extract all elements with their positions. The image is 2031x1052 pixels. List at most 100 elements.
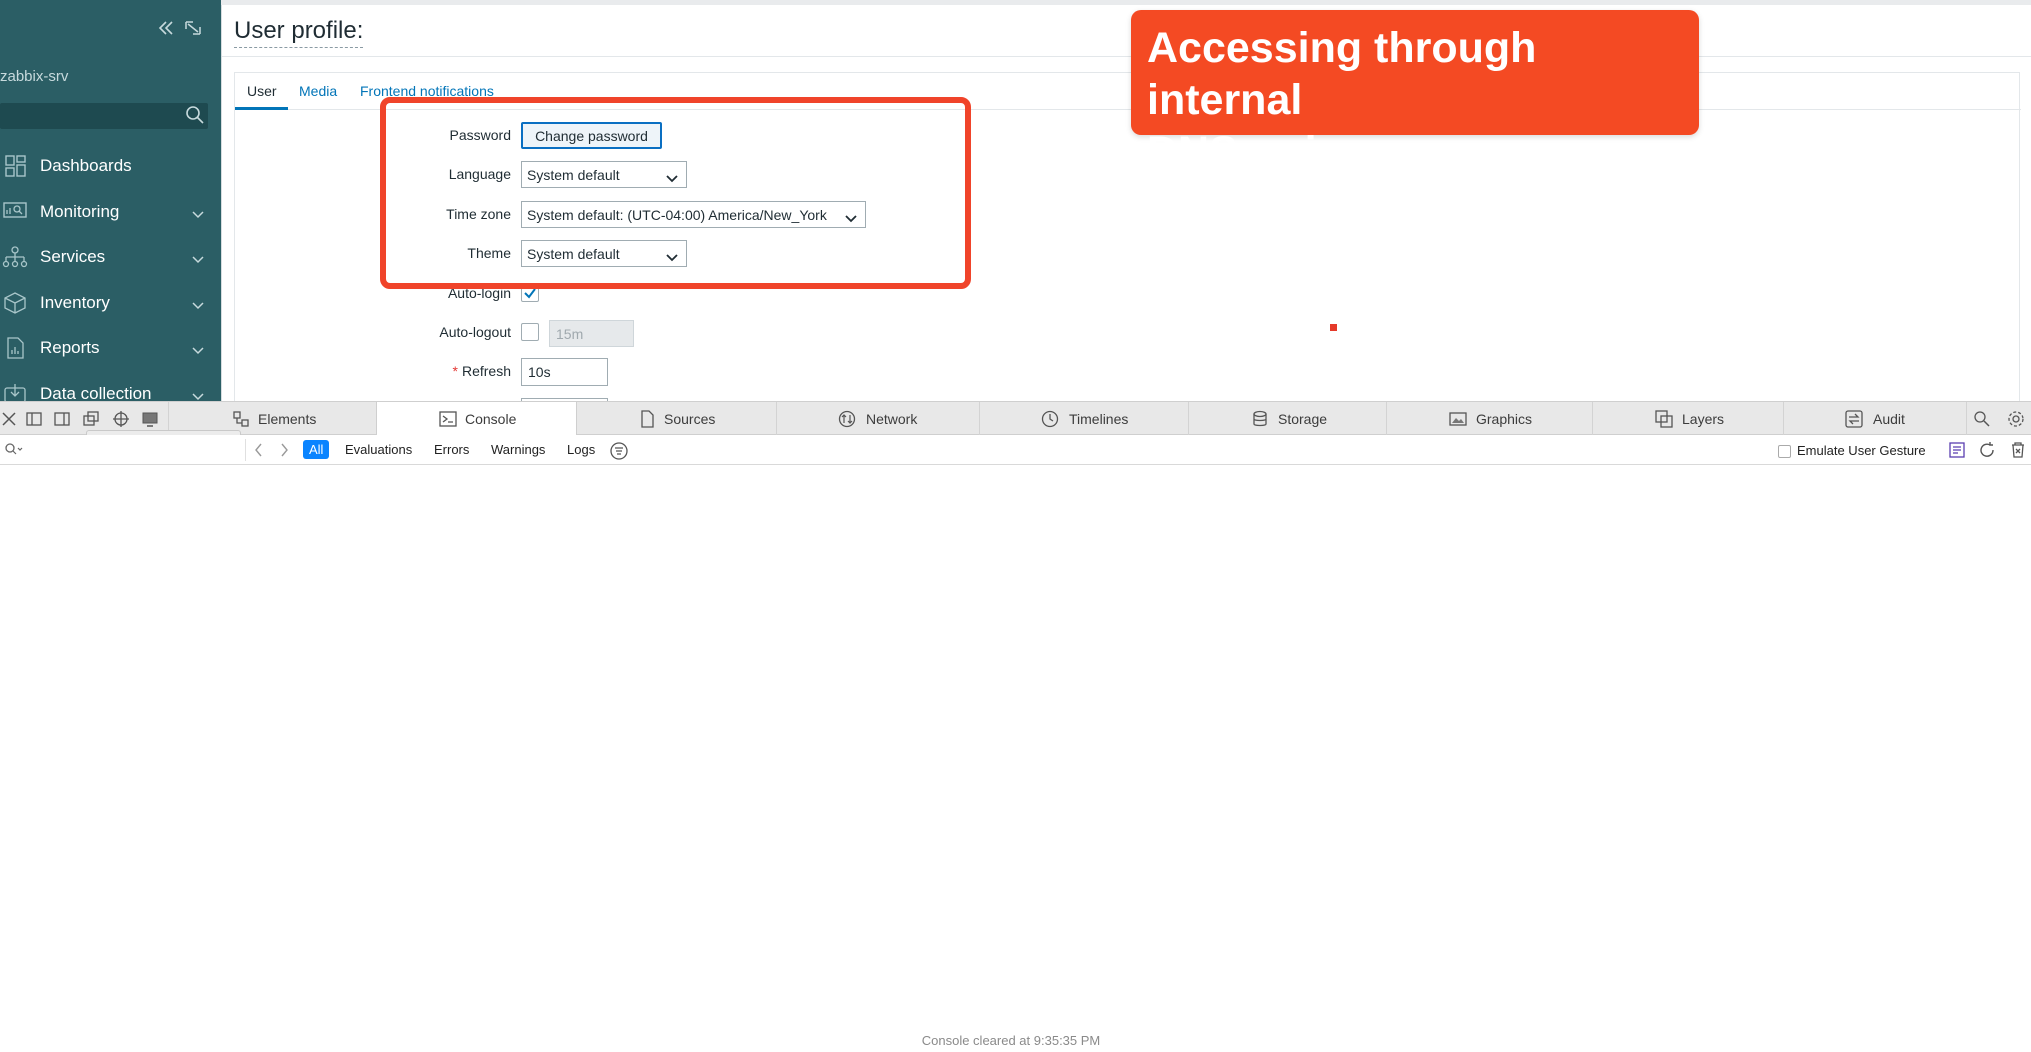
sidebar-item-label: Services [40,247,106,266]
inspect-element-icon[interactable] [112,410,130,428]
chevron-down-icon [191,342,205,355]
tab-separator [979,402,980,435]
elements-icon [232,410,250,428]
device-icon[interactable] [141,410,159,428]
sidebar-item-inventory[interactable]: Inventory [0,283,221,323]
web-inspector: Elements Console Sources Network Timelin… [0,401,2031,1052]
tab-separator [776,402,777,435]
storage-icon [1251,410,1269,428]
annotation-callout: Accessing through internal DNS or ip [1131,10,1699,176]
audit-icon [1845,410,1863,428]
chevron-down-icon [191,251,205,264]
console-icon [439,410,457,428]
emulate-user-gesture-checkbox[interactable] [1778,445,1791,458]
sidebar: zabbix-srv Dashboards Monitoring Service… [0,0,221,401]
zabbix-page: zabbix-srv Dashboards Monitoring Service… [0,0,2031,401]
monitoring-icon [2,200,28,224]
title-divider [222,56,2031,57]
timelines-icon [1041,410,1059,428]
sidebar-item-dashboards[interactable]: Dashboards [0,146,221,186]
sidebar-search-input[interactable] [0,103,208,129]
chevron-down-icon [191,206,205,219]
back-arrow-icon[interactable] [252,442,266,463]
tab-separator [1386,402,1387,435]
sidebar-item-reports[interactable]: Reports [0,328,221,368]
page-title: User profile: [234,17,364,48]
console-filter-input[interactable] [0,439,246,461]
kiosk-mode-icon[interactable] [184,20,202,41]
server-name: zabbix-srv [0,68,69,85]
tab-audit[interactable]: Audit [1845,402,1965,435]
tab-elements[interactable]: Elements [230,402,376,435]
dock-right-icon[interactable] [53,410,71,428]
tab-media[interactable]: Media [299,83,337,99]
tab-label: Console [465,411,517,427]
tab-timelines[interactable]: Timelines [1041,402,1191,435]
layers-icon [1655,410,1673,428]
autologout-input[interactable]: 15m [549,320,634,347]
tab-label: Storage [1278,411,1328,427]
clear-console-icon[interactable] [2009,441,2027,464]
sidebar-item-label: Monitoring [40,202,120,221]
tab-sources[interactable]: Sources [638,402,768,435]
red-marker [1330,324,1337,331]
filter-evaluations-button[interactable]: Evaluations [345,442,412,457]
tab-label: Graphics [1476,411,1533,427]
sidebar-item-label: Data collection [40,384,152,401]
tab-separator [1188,402,1189,435]
forward-arrow-icon[interactable] [277,442,291,463]
tab-label: Audit [1873,411,1905,427]
search-icon[interactable] [184,104,206,126]
tab-network[interactable]: Network [838,402,978,435]
collapse-sidebar-icon[interactable] [157,20,175,41]
network-icon [838,410,856,428]
dock-left-icon[interactable] [25,410,43,428]
detach-window-icon[interactable] [82,410,100,428]
services-icon [2,245,28,269]
active-tab-indicator [235,107,288,110]
filter-warnings-button[interactable]: Warnings [491,442,545,457]
refresh-label: * Refresh [452,363,511,379]
tab-graphics[interactable]: Graphics [1449,402,1589,435]
sidebar-item-label: Dashboards [40,156,132,175]
filter-options-icon[interactable] [609,441,629,466]
emulate-user-gesture-label: Emulate User Gesture [1797,443,1926,458]
filter-search-icon [4,442,24,463]
tab-separator [1783,402,1784,435]
chevron-down-icon [191,388,205,401]
filter-all-button[interactable]: All [303,440,330,459]
reload-icon[interactable] [1978,441,1996,464]
tab-separator [1592,402,1593,435]
close-icon[interactable] [0,410,18,428]
filter-errors-button[interactable]: Errors [434,442,469,457]
autologout-label: Auto-logout [439,324,511,340]
sidebar-item-label: Reports [40,338,100,357]
sidebar-item-services[interactable]: Services [0,237,221,277]
filter-logs-button[interactable]: Logs [567,442,595,457]
tab-label: Network [866,411,918,427]
sidebar-item-data-collection[interactable]: Data collection [0,374,221,401]
inspector-tab-bar: Elements Console Sources Network Timelin… [0,401,2031,452]
console-filter-bar: All Evaluations Errors Warnings Logs Emu… [0,435,2031,465]
callout-line-2: DNS or ip [1147,128,1343,176]
data-collection-icon [2,382,28,401]
autologout-checkbox[interactable] [521,323,539,341]
search-icon[interactable] [1973,410,1991,428]
tab-console[interactable]: Console [376,402,577,436]
tab-label: Elements [258,411,317,427]
tab-storage[interactable]: Storage [1251,402,1391,435]
dashboards-icon [2,154,28,178]
sources-icon [638,410,656,428]
reports-icon [2,336,28,360]
gear-icon[interactable] [2007,410,2025,428]
javascript-context-icon[interactable] [1948,441,1966,464]
tab-user[interactable]: User [247,83,277,99]
refresh-input[interactable]: 10s [521,358,608,386]
tab-label: Layers [1682,411,1725,427]
inventory-icon [2,291,28,315]
tab-layers[interactable]: Layers [1655,402,1775,435]
callout-line-1: Accessing through internal [1147,24,1537,124]
chevron-down-icon [191,297,205,310]
graphics-icon [1449,410,1467,428]
sidebar-item-monitoring[interactable]: Monitoring [0,192,221,232]
